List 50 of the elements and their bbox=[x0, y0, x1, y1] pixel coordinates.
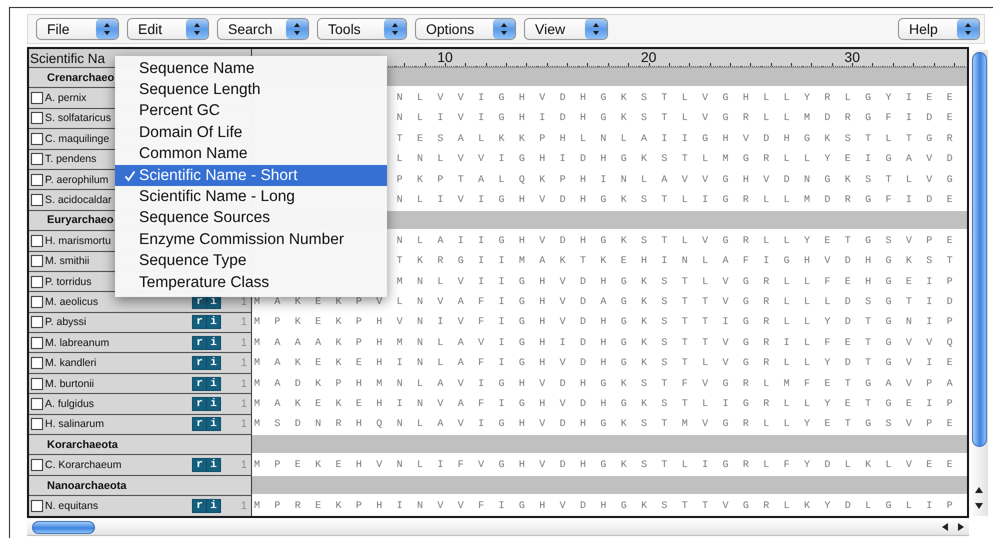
species-name: M. burtonii bbox=[45, 378, 94, 390]
species-name: M. smithii bbox=[45, 255, 90, 268]
start-position: 1 bbox=[240, 336, 247, 349]
species-name: H. salinarum bbox=[45, 418, 104, 430]
start-position: 1 bbox=[240, 357, 247, 370]
group-header: Korarchaeota bbox=[29, 435, 252, 456]
species-name: P. aerophilum bbox=[45, 174, 108, 186]
sequence-residues: PKPTALQKPHINLAVVGHVDNGKSTLVG bbox=[396, 174, 967, 186]
start-position: 1 bbox=[240, 459, 247, 472]
start-position: 1 bbox=[240, 378, 247, 390]
species-name: A. fulgidus bbox=[45, 398, 94, 410]
species-name: M. kandleri bbox=[45, 357, 96, 370]
sequence-residues: NLAIIGHVDHGKSTLVGRLLYETGSVPE bbox=[396, 236, 967, 247]
species-name: P. torridus bbox=[45, 276, 92, 288]
species-name: T. pendens bbox=[45, 153, 96, 166]
start-position: 1 bbox=[240, 398, 247, 410]
sequence-residues: MAKEKEHINLAFIGHVDHGKSTLVGRLLYDTGVIE bbox=[253, 358, 967, 370]
start-position: 1 bbox=[240, 296, 247, 308]
ruler-label: 10 bbox=[437, 50, 453, 64]
ruler-label: 20 bbox=[640, 50, 656, 64]
species-name: S. acidocaldar bbox=[45, 194, 112, 206]
start-position: 1 bbox=[240, 418, 247, 430]
sequence-residues: NLIVIGHVDHGKSTLIGRLLMDRGFIDE bbox=[396, 195, 967, 206]
sequence-residues: MPEKEHVNLIFVGHVDHGKSTLIGRLFYDLKLVEE bbox=[253, 460, 967, 472]
sequence-residues: MAAAKPHMNLAVIGHIDHGKSTTVGRILFETGVVQ bbox=[253, 338, 967, 349]
sequence-residues: MPKEKPHVNIVFIGHVDHGKSTTIGRLLYDTGNIP bbox=[253, 317, 967, 328]
sequence-residues: TESALKKPHLNLAIIGHVDHGKSTLTGR bbox=[396, 134, 967, 145]
species-name: P. abyssi bbox=[45, 316, 86, 328]
sequence-residues: MAKEKEHINVAFIGHVDHGKSTLIGRLLYETGEIP bbox=[253, 398, 967, 410]
sequence-residues: NLIVIGHIDHGKSTLVGRLLMDRGFIDE bbox=[396, 113, 967, 124]
ruler-label: 30 bbox=[844, 50, 860, 64]
group-header: Nanoarchaeota bbox=[29, 476, 252, 496]
species-name: C. maquilinge bbox=[45, 132, 110, 145]
sequence-residues: LNLVVIGHIDHGKSTLMGRLLYEIGAVD bbox=[396, 154, 967, 166]
sequence-residues: MADKPHMNLAVIGHVDHGKSTFVGRLMFETGAVPA bbox=[253, 378, 967, 390]
start-position: 1 bbox=[240, 316, 247, 328]
species-name: N. equitans bbox=[45, 500, 98, 512]
species-name: M. labreanum bbox=[45, 336, 110, 349]
sequence-residues: MSDNRHQNLAVIGHVDHGKSTMVGRLLYETGSVPE bbox=[253, 419, 967, 430]
sequence-residues: TKRGIIMAKTKEHINLAFIGHVDHGKST bbox=[396, 256, 967, 268]
sequence-residues: MAKEKPVLNVAFIGHVDAGKSTTVGRLLLDSGTID bbox=[253, 296, 967, 308]
species-name: C. Korarchaeum bbox=[45, 459, 122, 472]
species-name: A. pernix bbox=[45, 92, 86, 104]
sequence-residues: MNLVIIGHVDHGKSTLVGRLLFEHGEIP bbox=[396, 276, 967, 288]
species-name: S. solfataricus bbox=[45, 112, 111, 124]
sequence-residues: NLVVIGHVDHGKSTLVGHLLYRLGYIEE bbox=[396, 93, 967, 104]
sequence-residues: MPREKPHINVVFIGHVDHGKSTTVGRLKYDLGLIP bbox=[253, 500, 967, 512]
species-name: H. marismortu bbox=[45, 234, 111, 247]
start-position: 1 bbox=[240, 500, 247, 512]
species-name: M. aeolicus bbox=[45, 296, 98, 308]
